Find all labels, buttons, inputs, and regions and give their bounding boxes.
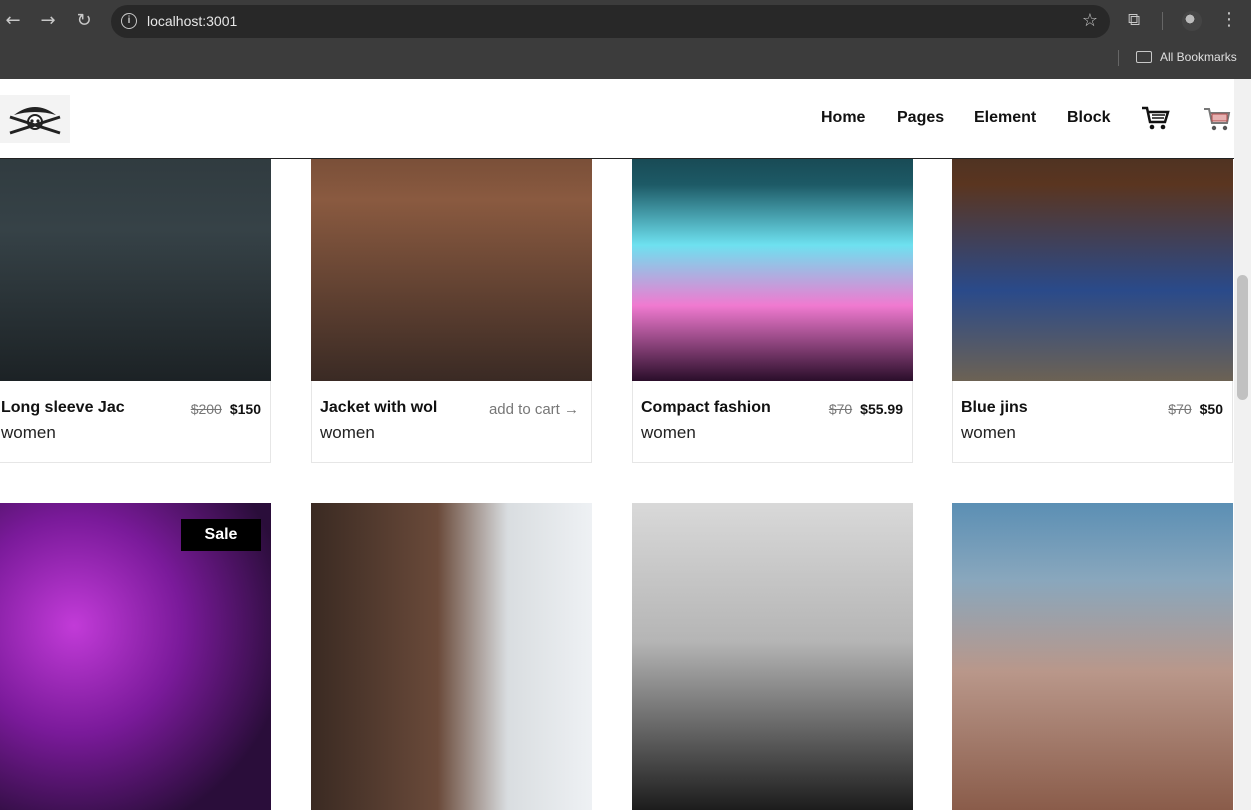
- site-info-icon[interactable]: i: [121, 13, 137, 29]
- product-image[interactable]: [952, 503, 1233, 810]
- address-bar[interactable]: i localhost:3001 ☆: [111, 5, 1110, 38]
- product-info: Compact fashion women $70 $55.99: [632, 381, 913, 463]
- bookmarks-bar: All Bookmarks: [0, 44, 1251, 72]
- logo[interactable]: [0, 95, 70, 143]
- cart-icon[interactable]: [1140, 103, 1170, 138]
- current-price: $150: [229, 401, 261, 417]
- scrollbar-thumb[interactable]: [1237, 275, 1248, 400]
- page-viewport: Long sleeve Jac women $200 $150 Jacket wi…: [0, 79, 1234, 810]
- extensions-icon[interactable]: ⧉: [1128, 10, 1148, 30]
- forward-icon[interactable]: →: [36, 9, 60, 33]
- shopping-cart-icon[interactable]: [1202, 103, 1232, 138]
- product-category: women: [1, 423, 56, 442]
- product-price: $70 $55.99: [829, 401, 903, 417]
- current-price: $50: [1199, 401, 1223, 417]
- old-price: $70: [828, 401, 853, 417]
- product-category: women: [641, 423, 696, 442]
- old-price: $200: [190, 401, 222, 417]
- site-header: Home Pages Element Block: [0, 79, 1234, 159]
- pirate-logo-icon: [9, 107, 61, 135]
- profile-avatar[interactable]: [1182, 11, 1202, 31]
- all-bookmarks-link[interactable]: All Bookmarks: [1160, 50, 1237, 64]
- product-category: women: [320, 423, 375, 442]
- nav-pages[interactable]: Pages: [897, 109, 944, 127]
- product-price: $70 $50: [1168, 401, 1223, 417]
- current-price: $55.99: [860, 401, 903, 417]
- bookmarks-divider: [1118, 50, 1119, 66]
- browser-toolbar: ← → ↻ i localhost:3001 ☆ ⧉ ⋮: [0, 0, 1251, 42]
- product-image[interactable]: [632, 503, 913, 810]
- menu-kebab-icon[interactable]: ⋮: [1220, 9, 1238, 30]
- product-price: $200 $150: [191, 401, 261, 417]
- old-price: $70: [1168, 401, 1192, 417]
- reload-icon[interactable]: ↻: [72, 9, 96, 33]
- nav-block[interactable]: Block: [1067, 109, 1111, 127]
- sale-badge: Sale: [181, 519, 261, 551]
- product-category: women: [961, 423, 1016, 442]
- nav-element[interactable]: Element: [974, 109, 1036, 127]
- add-to-cart-link[interactable]: add to cart →: [489, 401, 579, 418]
- product-info: Jacket with wol women add to cart →: [311, 381, 592, 463]
- nav-home[interactable]: Home: [821, 109, 865, 127]
- product-image[interactable]: [311, 503, 592, 810]
- back-icon[interactable]: ←: [1, 9, 25, 33]
- product-title[interactable]: Long sleeve Jac: [1, 399, 141, 417]
- bookmark-star-icon[interactable]: ☆: [1082, 10, 1098, 31]
- product-info: Blue jins women $70 $50: [952, 381, 1233, 463]
- url-text[interactable]: localhost:3001: [147, 13, 237, 29]
- product-title[interactable]: Blue jins: [961, 399, 1101, 417]
- product-title[interactable]: Jacket with wol: [320, 399, 460, 417]
- folder-icon[interactable]: [1136, 51, 1152, 63]
- product-title[interactable]: Compact fashion: [641, 399, 781, 417]
- product-info: Long sleeve Jac women $200 $150: [0, 381, 271, 463]
- browser-chrome: ← → ↻ i localhost:3001 ☆ ⧉ ⋮ All Bookmar…: [0, 0, 1251, 79]
- toolbar-divider: [1162, 12, 1163, 30]
- scrollbar[interactable]: [1234, 79, 1251, 810]
